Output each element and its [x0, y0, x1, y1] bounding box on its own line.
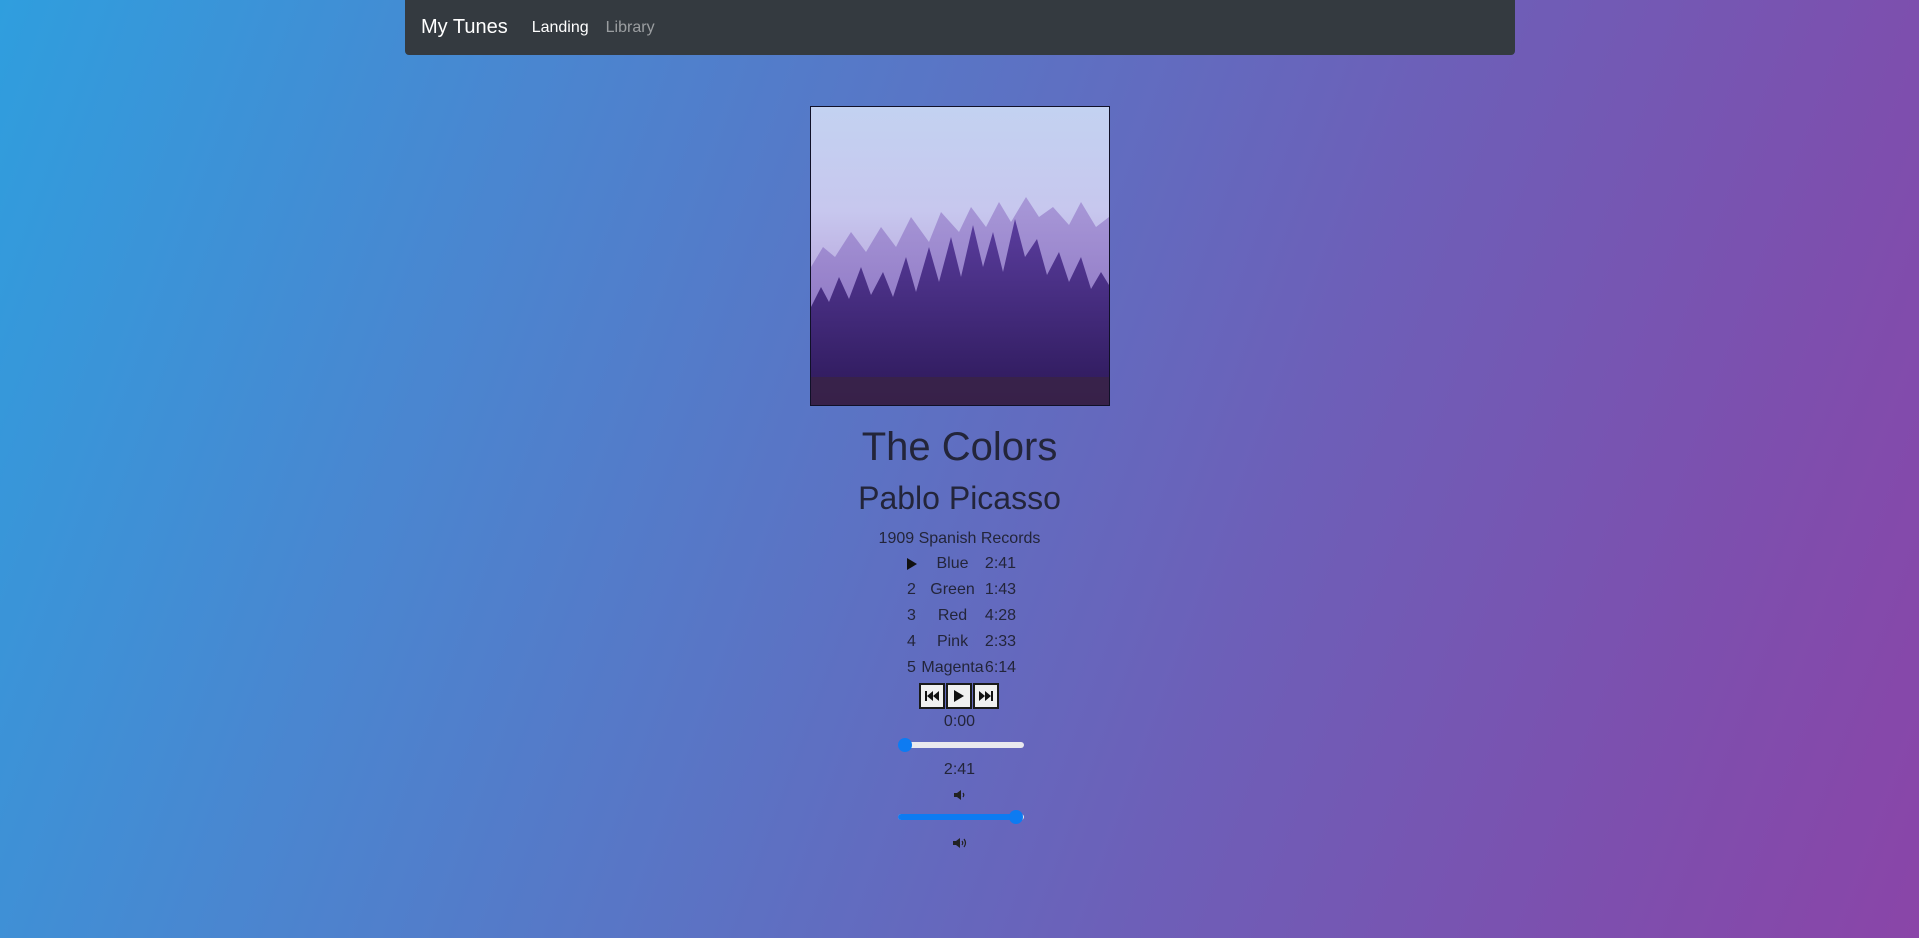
- nav-link-library[interactable]: Library: [606, 19, 655, 37]
- volume-thumb[interactable]: [1009, 810, 1024, 824]
- volume-fill: [898, 814, 1017, 820]
- next-icon: [979, 691, 993, 701]
- song-row[interactable]: 3 Red 4:28: [903, 603, 1017, 629]
- seek-slider[interactable]: [898, 738, 1024, 752]
- song-row[interactable]: Blue 2:41: [903, 551, 1017, 577]
- navbar: My Tunes Landing Library: [405, 0, 1515, 55]
- song-duration: 6:14: [984, 659, 1017, 676]
- play-song-button[interactable]: [903, 551, 921, 577]
- misty-forest-image: [811, 107, 1109, 405]
- song-duration: 2:33: [984, 633, 1017, 650]
- song-title: Blue: [936, 555, 969, 572]
- song-list: Blue 2:41 2 Green 1:43 3 Red 4:28 4 Pink…: [0, 551, 1919, 681]
- song-number: 3: [907, 607, 916, 624]
- song-row[interactable]: 4 Pink 2:33: [903, 629, 1017, 655]
- current-time: 0:00: [943, 713, 976, 730]
- play-pause-button[interactable]: [946, 683, 972, 709]
- previous-button[interactable]: [919, 683, 945, 709]
- volume-slider[interactable]: [898, 810, 1024, 824]
- album-cover: [810, 106, 1110, 406]
- song-number: 4: [907, 633, 916, 650]
- nav-link-landing[interactable]: Landing: [532, 19, 589, 37]
- song-duration: 4:28: [984, 607, 1017, 624]
- song-row[interactable]: 2 Green 1:43: [903, 577, 1017, 603]
- album-artist: Pablo Picasso: [858, 480, 1061, 516]
- song-title: Green: [930, 581, 975, 598]
- song-title: Red: [937, 607, 968, 624]
- previous-icon: [925, 691, 939, 701]
- play-icon: [954, 690, 964, 702]
- player-controls: [919, 683, 999, 709]
- song-row[interactable]: 5 Magenta 6:14: [903, 655, 1017, 681]
- total-time: 2:41: [943, 761, 976, 778]
- song-duration: 2:41: [984, 555, 1017, 572]
- next-button[interactable]: [973, 683, 999, 709]
- release-info: 1909 Spanish Records: [878, 530, 1041, 547]
- song-number: 5: [907, 659, 916, 676]
- seek-thumb[interactable]: [898, 738, 912, 752]
- song-duration: 1:43: [984, 581, 1017, 598]
- song-title: Pink: [936, 633, 969, 650]
- song-title: Magenta: [921, 659, 984, 676]
- volume-up-icon[interactable]: [952, 836, 968, 850]
- album-title: The Colors: [861, 425, 1058, 469]
- play-icon: [906, 557, 917, 570]
- volume-down-icon[interactable]: [952, 788, 968, 802]
- song-number: 2: [907, 581, 916, 598]
- brand-link[interactable]: My Tunes: [421, 16, 508, 39]
